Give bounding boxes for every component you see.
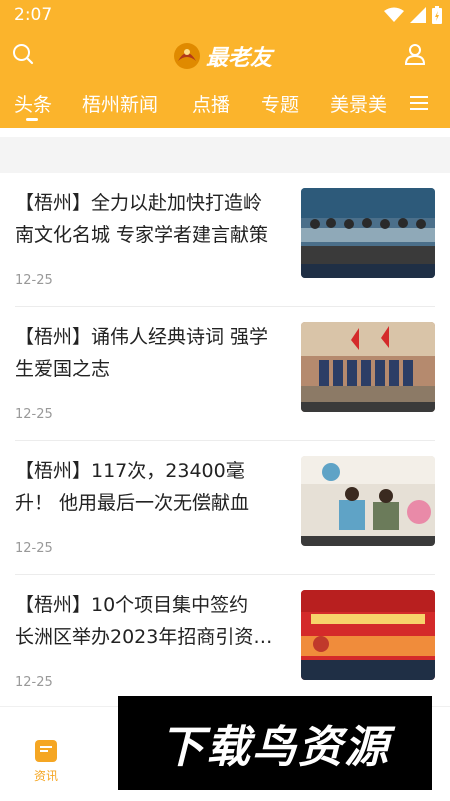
news-thumbnail (301, 590, 435, 680)
news-item[interactable]: 【梧州】诵伟人经典诗词 强学生爱国之志 12-25 (15, 307, 435, 441)
news-date: 12-25 (15, 407, 53, 422)
news-feed-icon (35, 740, 57, 762)
news-item[interactable]: 【梧州】全力以赴加快打造岭南文化名城 专家学者建言献策 12-25 (15, 173, 435, 307)
watermark-banner: 下载鸟资源 (118, 696, 432, 790)
menu-icon (410, 96, 428, 110)
tab-dianbo[interactable]: 点播 (192, 90, 230, 117)
tab-zhuanti[interactable]: 专题 (261, 90, 299, 117)
news-item[interactable]: 【梧州】117次，23400毫升！ 他用最后一次无偿献血 12-25 (15, 441, 435, 575)
tab-wuzhou-news[interactable]: 梧州新闻 (82, 90, 158, 117)
tab-toutiao[interactable]: 头条 (14, 90, 52, 117)
news-thumbnail (301, 188, 435, 278)
news-thumbnail (301, 456, 435, 546)
nav-zixun-label: 资讯 (33, 769, 58, 783)
news-title: 【梧州】10个项目集中签约 长洲区举办2023年招商引资推介会 (15, 594, 273, 648)
user-icon (404, 44, 426, 65)
news-title: 【梧州】诵伟人经典诗词 强学生爱国之志 (15, 326, 269, 380)
status-time: 2:07 (14, 5, 53, 25)
watermark-text: 下载鸟资源 (160, 722, 390, 773)
status-icons (384, 6, 442, 24)
group-photo-icon (301, 322, 435, 412)
news-date: 12-25 (15, 541, 53, 556)
tab-meijing[interactable]: 美景美 (330, 90, 387, 117)
signal-icon (410, 7, 426, 23)
top-bar: 2:07 最老友 头条 梧州新闻 点播 专题 美景美 (0, 0, 450, 128)
logo-text: 最老友 (206, 46, 273, 71)
user-button[interactable] (404, 43, 426, 69)
meeting-photo-icon (301, 188, 435, 278)
channel-tabs: 头条 梧州新闻 点播 专题 美景美 (0, 88, 450, 124)
status-bar: 2:07 (0, 0, 450, 32)
logo-emblem-icon (174, 43, 200, 69)
wifi-icon (384, 7, 404, 22)
app-logo: 最老友 (172, 40, 272, 72)
news-item[interactable]: 【梧州】10个项目集中签约 长洲区举办2023年招商引资推介会 12-25 (15, 575, 435, 709)
nav-zixun[interactable]: 资讯 (28, 739, 64, 784)
battery-icon (432, 6, 442, 24)
news-list: 【梧州】全力以赴加快打造岭南文化名城 专家学者建言献策 12-25 【梧州】诵伟… (0, 173, 450, 709)
news-date: 12-25 (15, 273, 53, 288)
news-date: 12-25 (15, 675, 53, 690)
search-icon (13, 44, 34, 65)
news-title: 【梧州】全力以赴加快打造岭南文化名城 专家学者建言献策 (15, 192, 269, 246)
blood-donation-photo-icon (301, 456, 435, 546)
divider (0, 128, 450, 137)
news-thumbnail (301, 322, 435, 412)
signing-ceremony-photo-icon (301, 590, 435, 680)
active-tab-indicator (26, 118, 38, 121)
channel-menu-button[interactable] (410, 95, 428, 115)
news-title: 【梧州】117次，23400毫升！ 他用最后一次无偿献血 (15, 460, 250, 514)
search-button[interactable] (12, 43, 34, 69)
banner-placeholder (0, 137, 450, 173)
